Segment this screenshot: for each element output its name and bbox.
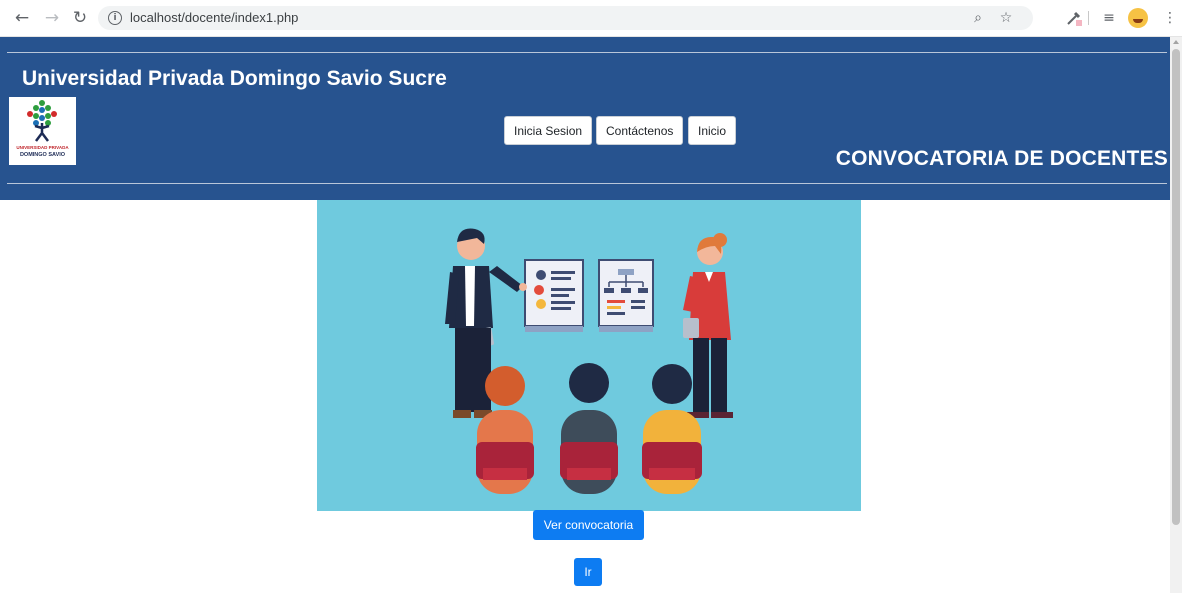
url-text[interactable]: localhost/docente/index1.php — [130, 6, 298, 30]
teacher-presentation-illustration — [445, 228, 733, 494]
browser-toolbar: ← → ↻ i localhost/docente/index1.php ⌕ ☆… — [0, 0, 1182, 37]
address-bar[interactable]: i localhost/docente/index1.php ⌕ ☆ — [98, 6, 1033, 30]
go-button[interactable]: Ir — [574, 558, 602, 586]
header-divider-top — [7, 52, 1167, 53]
home-button[interactable]: Inicio — [688, 116, 737, 145]
scrollbar[interactable] — [1170, 37, 1182, 593]
reload-icon[interactable]: ↻ — [70, 8, 90, 28]
university-logo[interactable]: UNIVERSIDAD PRIVADA DOMINGO SAVIO — [9, 97, 76, 165]
student-middle — [560, 363, 618, 494]
logo-tree-icon — [27, 100, 57, 142]
site-title: Universidad Privada Domingo Savio Sucre — [22, 67, 447, 90]
header-divider-bottom — [7, 183, 1167, 184]
scroll-thumb[interactable] — [1172, 49, 1180, 525]
kebab-menu-icon[interactable]: ⋮ — [1160, 8, 1180, 28]
toolbar-divider — [1088, 11, 1089, 25]
info-icon[interactable]: i — [108, 11, 122, 25]
forward-icon[interactable]: → — [42, 8, 62, 28]
login-button[interactable]: Inicia Sesion — [504, 116, 593, 145]
media-icon[interactable]: ≡ — [1099, 8, 1119, 28]
hero-illustration — [317, 200, 861, 511]
eyedropper-icon[interactable] — [1064, 8, 1084, 28]
logo-caption-line1: UNIVERSIDAD PRIVADA — [16, 145, 69, 150]
zoom-icon[interactable]: ⌕ — [968, 8, 988, 28]
page-subtitle: CONVOCATORIA DE DOCENTES — [835, 147, 1168, 170]
profile-avatar-icon[interactable] — [1128, 8, 1148, 28]
contact-button[interactable]: Contáctenos — [596, 116, 684, 145]
site-header: Universidad Privada Domingo Savio Sucre … — [0, 37, 1170, 200]
logo-caption-line2: DOMINGO SAVIO — [19, 152, 66, 158]
star-icon[interactable]: ☆ — [996, 8, 1016, 28]
scroll-up-icon[interactable] — [1173, 40, 1179, 44]
view-call-button[interactable]: Ver convocatoria — [533, 510, 644, 540]
back-icon[interactable]: ← — [12, 8, 32, 28]
